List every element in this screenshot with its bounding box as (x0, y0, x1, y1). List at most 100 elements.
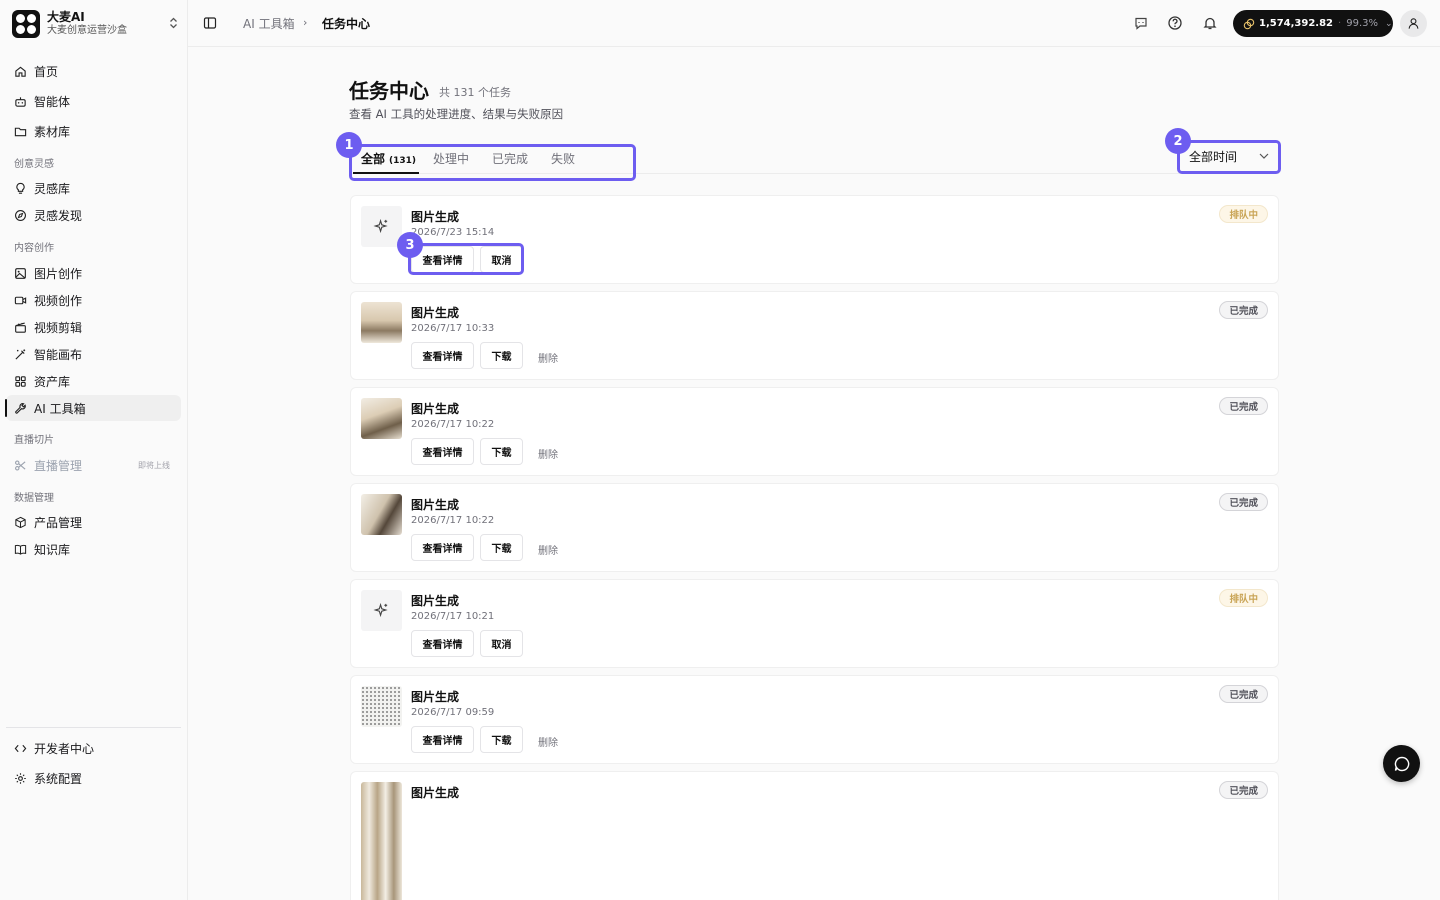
sidebar-item-agents[interactable]: 智能体 (6, 88, 181, 114)
task-thumbnail[interactable] (361, 302, 402, 343)
chat-bot-icon[interactable] (1133, 15, 1149, 31)
sidebar-item-assets[interactable]: 资产库 (6, 368, 181, 394)
task-thumbnail[interactable] (361, 398, 402, 439)
download-button[interactable]: 下载 (480, 342, 523, 369)
breadcrumb-separator: › (303, 16, 308, 29)
view-details-button[interactable]: 查看详情 (411, 438, 474, 465)
task-title: 图片生成 (411, 210, 460, 224)
sidebar-item-dev-center[interactable]: 开发者中心 (6, 735, 181, 761)
brand-subtitle: 大麦创意运营沙盒 (47, 25, 127, 37)
task-time: 2026/7/17 10:33 (411, 323, 495, 334)
view-details-button[interactable]: 查看详情 (411, 342, 474, 369)
lightbulb-icon (16, 182, 25, 194)
delete-link[interactable]: 删除 (538, 542, 558, 557)
cancel-button[interactable]: 取消 (480, 630, 523, 657)
download-button[interactable]: 下载 (480, 726, 523, 753)
task-time: 2026/7/17 10:22 (411, 515, 495, 526)
code-icon (14, 744, 27, 752)
task-card: 图片生成 2026/7/17 10:33 查看详情 下载 删除 已完成 (350, 291, 1279, 380)
status-badge: 已完成 (1219, 397, 1268, 415)
credits-balance-button[interactable]: 1,574,392.82 · 99.3% ⌄ (1233, 10, 1393, 37)
sidebar: 大麦AI 大麦创意运营沙盒 首页 智能体 素材库 创意灵感 灵感库 灵感发现 内… (0, 0, 188, 900)
page-description: 查看 AI 工具的处理进度、结果与失败原因 (349, 107, 564, 121)
sidebar-item-label: 系统配置 (34, 771, 83, 786)
group-label-content: 内容创作 (14, 243, 54, 254)
breadcrumb-parent[interactable]: AI 工具箱 (243, 15, 295, 32)
sidebar-item-label: 直播管理 (34, 458, 83, 473)
sidebar-item-inspiration-discover[interactable]: 灵感发现 (6, 202, 181, 228)
group-label-data: 数据管理 (14, 493, 54, 504)
chat-support-button[interactable] (1383, 745, 1420, 782)
avatar[interactable] (1400, 10, 1427, 37)
task-time: 2026/7/17 09:59 (411, 707, 495, 718)
task-card: 图片生成 已完成 (350, 771, 1279, 900)
download-button[interactable]: 下载 (480, 534, 523, 561)
credits-percent: 99.3% (1346, 18, 1378, 29)
view-details-button[interactable]: 查看详情 (411, 630, 474, 657)
sidebar-item-video-edit[interactable]: 视频剪辑 (6, 314, 181, 340)
compass-icon (15, 209, 26, 221)
view-details-button[interactable]: 查看详情 (411, 534, 474, 561)
topbar: AI 工具箱 › 任务中心 1,574,392.82 · 99.3% ⌄ (188, 0, 1440, 47)
annotation-box-actions (408, 243, 524, 275)
sidebar-item-product-manage[interactable]: 产品管理 (6, 509, 181, 535)
task-thumbnail[interactable] (361, 494, 402, 535)
scissors-icon (15, 459, 26, 471)
grid-icon (15, 375, 26, 387)
delete-link[interactable]: 删除 (538, 350, 558, 365)
bot-icon (15, 96, 26, 107)
image-icon (15, 267, 26, 279)
status-badge: 已完成 (1219, 781, 1268, 799)
sparkles-icon (373, 602, 388, 618)
task-thumbnail (361, 206, 402, 247)
task-title: 图片生成 (411, 306, 460, 320)
sidebar-item-inspiration-lib[interactable]: 灵感库 (6, 175, 181, 201)
brand-name: 大麦AI (47, 10, 85, 25)
sidebar-toggle-icon[interactable] (203, 16, 217, 30)
book-open-icon (14, 544, 27, 555)
sidebar-item-smart-canvas[interactable]: 智能画布 (6, 341, 181, 367)
task-thumbnail[interactable] (361, 782, 402, 900)
task-card: 图片生成 2026/7/17 10:22 查看详情 下载 删除 已完成 (350, 387, 1279, 476)
bell-icon[interactable] (1202, 15, 1218, 31)
chevron-down-icon: ⌄ (1385, 18, 1393, 29)
sidebar-item-label: 素材库 (34, 124, 71, 139)
breadcrumb-current: 任务中心 (322, 17, 371, 31)
chevrons-up-down-icon (166, 17, 180, 32)
sidebar-item-home[interactable]: 首页 (6, 58, 181, 84)
sidebar-item-label: 视频创作 (34, 293, 83, 308)
sidebar-item-system-config[interactable]: 系统配置 (6, 765, 181, 791)
package-icon (15, 516, 26, 528)
task-title: 图片生成 (411, 402, 460, 416)
view-details-button[interactable]: 查看详情 (411, 726, 474, 753)
status-badge: 已完成 (1219, 301, 1268, 319)
delete-link[interactable]: 删除 (538, 734, 558, 749)
status-badge: 已完成 (1219, 685, 1268, 703)
sidebar-item-label: 图片创作 (34, 266, 83, 281)
sidebar-item-label: 资产库 (34, 374, 71, 389)
task-thumbnail[interactable] (361, 686, 402, 727)
task-title: 图片生成 (411, 786, 460, 800)
page-title: 任务中心 (349, 79, 429, 103)
annotation-box-tabs (349, 144, 636, 181)
task-count: 共 131 个任务 (439, 86, 511, 99)
sidebar-item-label: 首页 (34, 64, 59, 79)
annotation-badge-1: 1 (336, 132, 362, 158)
help-icon[interactable] (1167, 15, 1183, 31)
delete-link[interactable]: 删除 (538, 446, 558, 461)
sidebar-item-image-create[interactable]: 图片创作 (6, 260, 181, 286)
task-title: 图片生成 (411, 594, 460, 608)
sidebar-item-label: 智能体 (34, 94, 71, 109)
credits-amount: 1,574,392.82 (1259, 18, 1334, 29)
message-circle-icon (1394, 756, 1409, 771)
sidebar-item-knowledge[interactable]: 知识库 (6, 536, 181, 562)
workspace-switcher[interactable]: 大麦AI 大麦创意运营沙盒 (12, 8, 180, 40)
task-title: 图片生成 (411, 498, 460, 512)
sidebar-item-label: 灵感发现 (34, 208, 83, 223)
annotation-box-time-filter (1177, 140, 1281, 174)
sidebar-item-video-create[interactable]: 视频创作 (6, 287, 181, 313)
video-icon (14, 296, 27, 304)
download-button[interactable]: 下载 (480, 438, 523, 465)
sidebar-item-materials[interactable]: 素材库 (6, 118, 181, 144)
sidebar-item-ai-toolbox[interactable]: AI 工具箱 (5, 395, 181, 421)
